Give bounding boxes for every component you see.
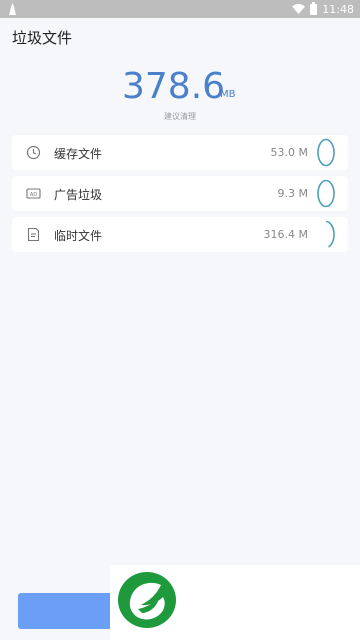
list-item-temp[interactable]: 临时文件 316.4 M [12, 217, 348, 252]
item-label: 缓存文件 [54, 147, 103, 161]
page-title: 垃圾文件 [12, 29, 73, 47]
total-size: 378.6 [122, 66, 226, 107]
status-time: 11:48 [322, 2, 354, 16]
item-size: 9.3 M [277, 187, 308, 200]
status-right: 11:48 [292, 1, 354, 16]
app-logo-icon [118, 572, 176, 628]
junk-summary: 378.6 MB 建议清理 [0, 64, 360, 124]
list-item-cache[interactable]: 缓存文件 53.0 M [12, 135, 348, 170]
scan-progress-ring [317, 179, 335, 208]
list-item-ads[interactable]: AD 广告垃圾 9.3 M [12, 176, 348, 211]
scan-progress-ring [317, 138, 335, 167]
ad-icon: AD [26, 188, 41, 199]
item-label: 临时文件 [54, 229, 103, 243]
scan-progress-ring [325, 220, 335, 248]
app-bar: 垃圾文件 [0, 18, 360, 56]
clock-icon [26, 145, 41, 160]
item-label: 广告垃圾 [54, 188, 103, 202]
notification-icon [9, 3, 16, 15]
temp-file-icon [27, 227, 40, 242]
status-bar: 11:48 [0, 0, 360, 18]
item-size: 316.4 M [263, 228, 308, 241]
item-size: 53.0 M [270, 146, 308, 159]
battery-icon [310, 1, 318, 15]
svg-text:AD: AD [30, 192, 37, 198]
total-unit: MB [220, 89, 236, 100]
clean-hint: 建议清理 [164, 112, 196, 121]
junk-item-list: 缓存文件 53.0 M AD 广告垃圾 9.3 M 临时文件 316.4 M [12, 135, 348, 258]
wifi-icon [292, 4, 306, 14]
